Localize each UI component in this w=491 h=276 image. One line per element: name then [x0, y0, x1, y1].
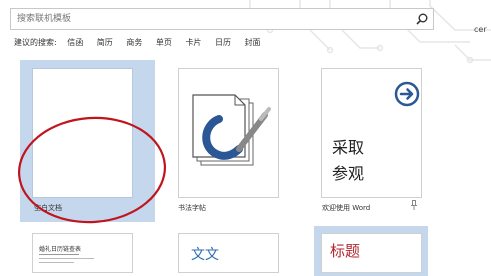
calligraphy-caption: 书法字帖	[178, 204, 206, 212]
template-tile-wenwen[interactable]: 文文	[178, 233, 279, 273]
partial-text: cer	[474, 25, 487, 34]
calligraphy-brush-icon	[192, 94, 271, 166]
welcome-line-1: 采取	[332, 138, 365, 157]
text-line	[39, 262, 74, 263]
wenwen-title: 文文	[191, 247, 219, 263]
template-tile-wedding-checklist[interactable]: 婚礼日历链查表	[32, 233, 133, 273]
welcome-line-2: 参观	[332, 164, 365, 183]
blank-document-caption: 空白文档	[34, 204, 62, 212]
suggest-link-business[interactable]: 商务	[126, 37, 142, 48]
template-tile-welcome[interactable]: 采取 参观	[321, 68, 422, 198]
wedding-checklist-title: 婚礼日历链查表	[39, 246, 82, 253]
search-icon[interactable]	[415, 12, 429, 26]
suggested-searches-label: 建议的搜索:	[14, 38, 57, 47]
template-search-input[interactable]	[11, 9, 406, 29]
suggest-link-card[interactable]: 卡片	[185, 37, 201, 48]
text-line	[39, 254, 79, 255]
suggest-link-resume[interactable]: 简历	[97, 37, 113, 48]
template-search-box	[10, 8, 434, 30]
template-tile-calligraphy[interactable]	[178, 68, 279, 198]
blank-document-thumbnail[interactable]	[32, 68, 133, 198]
welcome-caption: 欢迎使用 Word	[322, 204, 371, 212]
template-tile-heading[interactable]: 标题	[321, 233, 422, 273]
pin-icon[interactable]	[410, 200, 418, 210]
suggest-link-cover[interactable]: 封面	[245, 37, 261, 48]
arrow-right-circle-icon	[394, 81, 420, 107]
suggest-link-letters[interactable]: 信函	[67, 37, 83, 48]
heading-title: 标题	[330, 242, 361, 260]
text-line	[39, 258, 94, 259]
suggest-link-calendar[interactable]: 日历	[215, 37, 231, 48]
suggested-searches: 建议的搜索: 信函 简历 商务 单页 卡片 日历 封面	[14, 37, 272, 49]
suggest-link-flyer[interactable]: 单页	[156, 37, 172, 48]
